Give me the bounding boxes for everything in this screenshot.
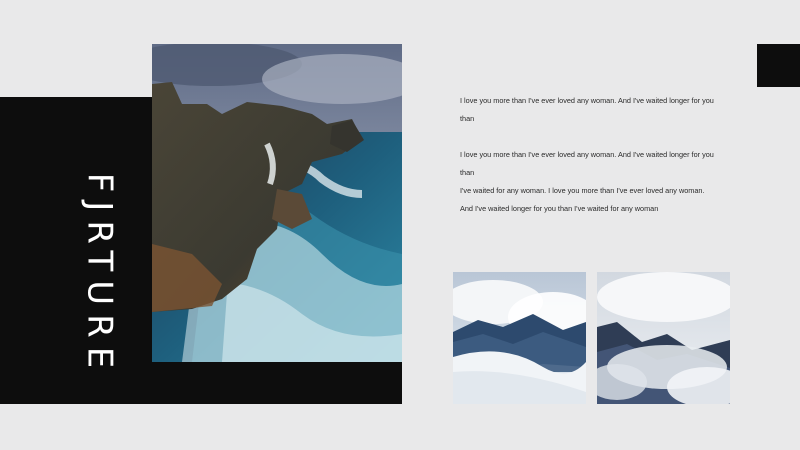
main-photo	[152, 44, 402, 362]
paragraph-2-line-3: And I've waited longer for you than I've…	[460, 204, 659, 213]
paragraph-1: I love you more than I've ever loved any…	[460, 96, 714, 123]
thumbnail-2	[597, 272, 730, 404]
thumbnail-1	[453, 272, 586, 404]
body-text: I love you more than I've ever loved any…	[460, 92, 730, 218]
title-text: FJRTURE	[79, 172, 119, 378]
coastal-cliffs-image	[152, 44, 402, 362]
vertical-title: FJRTURE	[64, 173, 134, 378]
misty-mountain-image	[597, 272, 730, 404]
paragraph-2-line-2: I've waited for any woman. I love you mo…	[460, 186, 705, 195]
corner-block	[757, 44, 800, 87]
snowy-mountain-image	[453, 272, 586, 404]
paragraph-2-line-1: I love you more than I've ever loved any…	[460, 150, 714, 177]
